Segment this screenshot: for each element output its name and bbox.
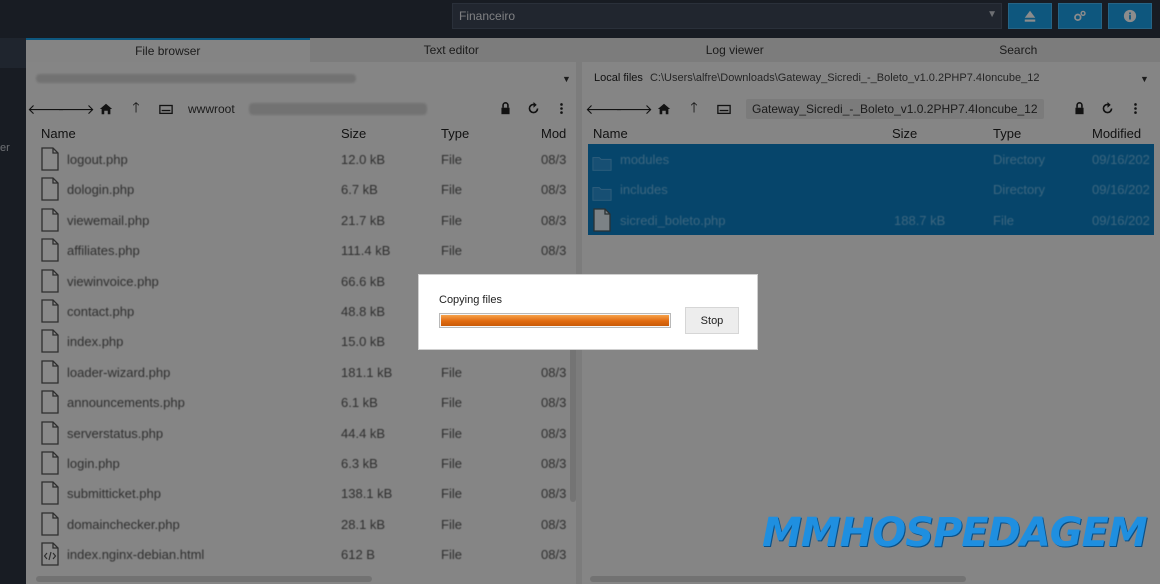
copy-progress-bar — [439, 313, 671, 328]
copy-progress-fill — [441, 315, 669, 326]
stop-button[interactable]: Stop — [685, 307, 739, 334]
watermark-logo: MMHOSPEDAGEM — [762, 510, 1148, 556]
copy-progress-dialog: Copying files Stop — [418, 274, 758, 350]
dialog-title: Copying files — [439, 294, 502, 306]
